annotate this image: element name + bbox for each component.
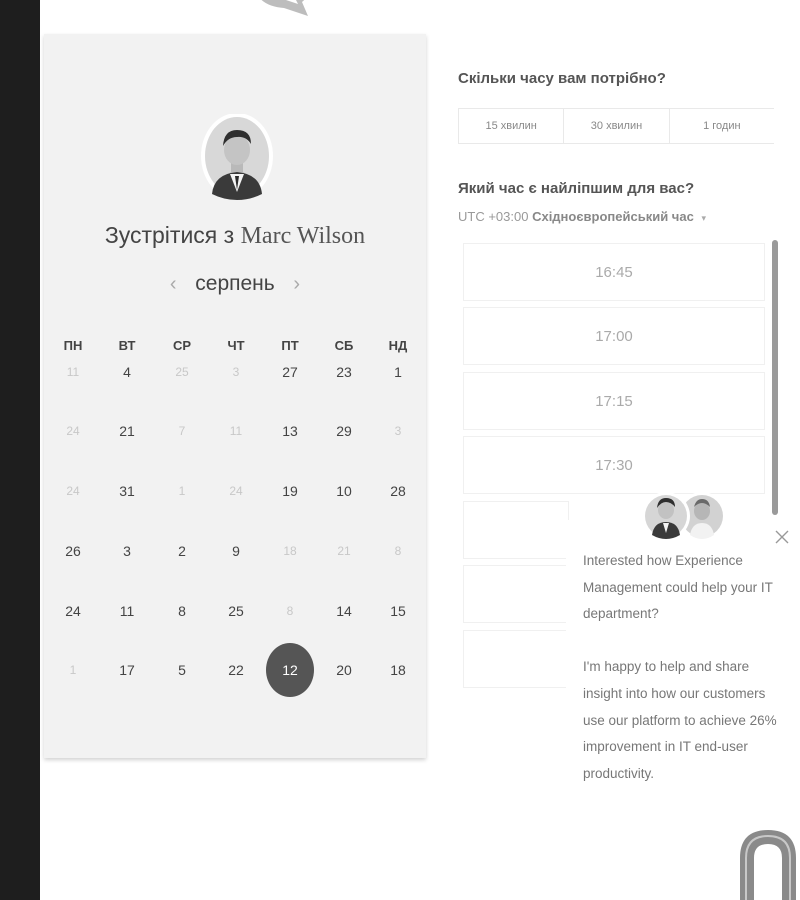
time-slot[interactable] (464, 631, 568, 687)
logo-wordmark-icon (372, 0, 532, 4)
time-slot[interactable]: 16:45 (464, 244, 764, 300)
timezone-offset: UTC +03:00 (458, 209, 529, 224)
chat-message-2: I'm happy to help and share insight into… (583, 659, 777, 781)
chevron-left-icon[interactable]: ‹ (165, 273, 181, 296)
caret-down-icon: ▾ (701, 213, 706, 223)
calendar-day: 24 (229, 484, 243, 498)
calendar-day: 11 (66, 365, 80, 379)
left-edge-strip (0, 0, 40, 900)
chat-agent-avatars (642, 492, 726, 540)
calendar-day[interactable]: 23 (322, 350, 366, 394)
calendar-day: 11 (229, 424, 243, 438)
month-label: серпень (195, 272, 275, 295)
duration-option-30[interactable]: 30 хвилин (564, 109, 670, 143)
calendar-day[interactable]: 11 (105, 589, 149, 633)
calendar-day[interactable]: 27 (268, 350, 312, 394)
chat-launcher-icon[interactable] (736, 824, 800, 900)
calendar-day[interactable]: 28 (376, 469, 420, 513)
calendar-title: Зустрітися з Marc Wilson (44, 222, 426, 250)
calendar-day: 18 (283, 544, 297, 558)
calendar-day[interactable]: 9 (214, 529, 258, 573)
calendar-day: 24 (66, 424, 80, 438)
time-slot[interactable] (464, 502, 568, 558)
duration-option-15[interactable]: 15 хвилин (458, 109, 565, 143)
chat-message: Interested how Experience Management cou… (583, 548, 783, 814)
calendar-day[interactable]: 15 (376, 589, 420, 633)
calendar-day[interactable]: 29 (322, 409, 366, 453)
logo-icon (261, 0, 308, 16)
host-name: Marc Wilson (240, 223, 366, 249)
slot-list-scrollbar[interactable] (772, 240, 778, 515)
chevron-right-icon[interactable]: › (289, 273, 305, 296)
calendar-day[interactable]: 4 (105, 350, 149, 394)
time-slot[interactable] (464, 566, 568, 622)
calendar-day[interactable]: 22 (214, 648, 258, 692)
calendar-day[interactable]: 25 (214, 589, 258, 633)
calendar-day: 8 (394, 544, 402, 558)
calendar-day[interactable]: 13 (268, 409, 312, 453)
calendar-day[interactable]: 5 (160, 648, 204, 692)
timezone-selector[interactable]: UTC +03:00 Східноєвропейський час ▾ (458, 209, 706, 224)
calendar-day: 8 (286, 604, 294, 618)
calendar-day[interactable]: 1 (376, 350, 420, 394)
calendar-day[interactable]: 24 (51, 589, 95, 633)
calendar-day-selected[interactable]: 12 (266, 643, 314, 697)
time-slot[interactable]: 17:30 (464, 437, 764, 493)
calendar-card: Зустрітися з Marc Wilson ‹ серпень › ПН В… (44, 34, 426, 758)
calendar-day: 7 (178, 424, 186, 438)
calendar-day[interactable]: 20 (322, 648, 366, 692)
calendar-day: 24 (66, 484, 80, 498)
duration-option-60[interactable]: 1 годин (670, 109, 774, 143)
calendar-day[interactable]: 14 (322, 589, 366, 633)
calendar-day: 1 (178, 484, 186, 498)
calendar-day[interactable]: 2 (160, 529, 204, 573)
close-icon[interactable] (772, 527, 792, 547)
calendar-day[interactable]: 18 (376, 648, 420, 692)
calendar-day[interactable]: 8 (160, 589, 204, 633)
calendar-day: 25 (175, 365, 189, 379)
timezone-name: Східноєвропейський час (532, 209, 694, 224)
host-avatar (201, 114, 273, 200)
time-slot[interactable]: 17:15 (464, 373, 764, 429)
calendar-day: 1 (69, 663, 77, 677)
duration-options: 15 хвилин 30 хвилин 1 годин (458, 108, 774, 144)
month-navigation: ‹ серпень › (44, 272, 426, 296)
calendar-day[interactable]: 31 (105, 469, 149, 513)
calendar-day: 21 (337, 544, 351, 558)
calendar-day[interactable]: 17 (105, 648, 149, 692)
calendar-day[interactable]: 19 (268, 469, 312, 513)
duration-question: Скільки часу вам потрібно? (458, 70, 666, 87)
calendar-day[interactable]: 21 (105, 409, 149, 453)
calendar-day[interactable]: 26 (51, 529, 95, 573)
calendar-day[interactable]: 3 (105, 529, 149, 573)
calendar-day: 3 (232, 365, 240, 379)
title-prefix: Зустрітися з (104, 222, 235, 248)
time-question: Який час є найліпшим для вас? (458, 180, 695, 197)
calendar-day: 3 (394, 424, 402, 438)
chat-message-1: Interested how Experience Management cou… (583, 553, 773, 622)
calendar-day[interactable]: 10 (322, 469, 366, 513)
time-slot[interactable]: 17:00 (464, 308, 764, 364)
